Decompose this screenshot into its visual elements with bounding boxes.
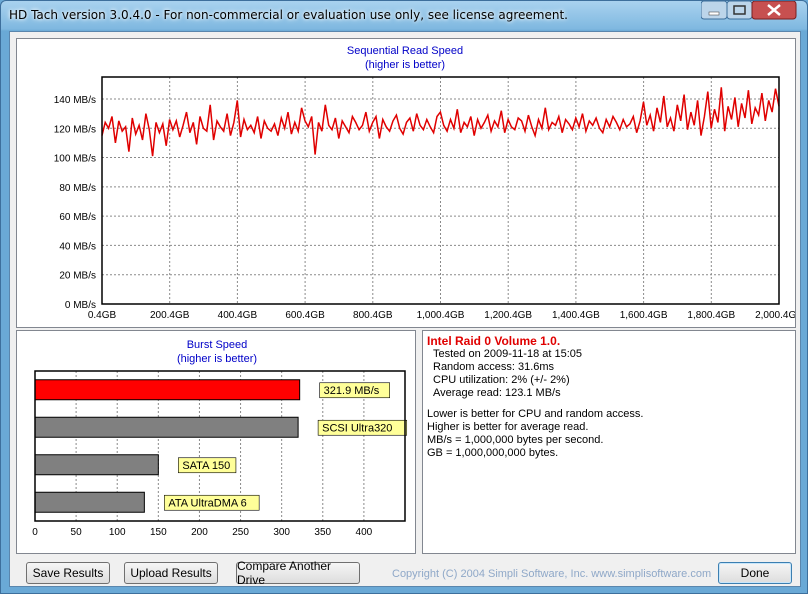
y-tick-label: 100 MB/s <box>54 154 96 165</box>
y-tick-label: 20 MB/s <box>59 271 96 282</box>
burst-subtitle: (higher is better) <box>177 353 257 365</box>
y-axis-ticks: 0 MB/s20 MB/s40 MB/s60 MB/s80 MB/s100 MB… <box>54 95 96 311</box>
tested-date: Tested on 2009-11-18 at 15:05 <box>433 348 583 360</box>
burst-bar <box>34 491 145 513</box>
upload-results-button[interactable]: Upload Results <box>124 562 218 584</box>
burst-tick-label: 100 <box>109 527 126 538</box>
window-title: HD Tach version 3.0.4.0 - For non-commer… <box>9 8 568 22</box>
burst-x-ticks: 0 50 100 150 200 250 300 350 400 <box>32 527 372 538</box>
note-gb-definition: GB = 1,000,000,000 bytes. <box>427 447 559 459</box>
x-tick-label: 600.4GB <box>285 310 325 321</box>
drive-name: Intel Raid 0 Volume 1.0. <box>427 334 561 348</box>
y-tick-label: 140 MB/s <box>54 95 96 106</box>
x-tick-label: 1,600.4GB <box>620 310 668 321</box>
x-tick-label: 1,400.4GB <box>552 310 600 321</box>
window-controls <box>701 1 797 20</box>
burst-bar-label: 321.9 MB/s <box>324 385 380 397</box>
y-tick-label: 120 MB/s <box>54 124 96 135</box>
sequential-read-chart: Sequential Read Speed (higher is better)… <box>54 45 795 321</box>
x-tick-label: 400.4GB <box>218 310 258 321</box>
y-tick-label: 80 MB/s <box>59 183 96 194</box>
close-button[interactable] <box>751 1 797 20</box>
x-tick-label: 2,000.4GB <box>755 310 795 321</box>
save-results-button[interactable]: Save Results <box>26 562 110 584</box>
x-tick-label: 1,800.4GB <box>687 310 735 321</box>
y-tick-label: 40 MB/s <box>59 241 96 252</box>
burst-bar <box>34 379 301 401</box>
chart-subtitle: (higher is better) <box>365 59 445 71</box>
x-axis-ticks: 0.4GB 200.4GB 400.4GB 600.4GB 800.4GB 1,000.4… <box>88 310 795 321</box>
x-tick-label: 1,000.4GB <box>417 310 465 321</box>
y-tick-label: 60 MB/s <box>59 212 96 223</box>
burst-bar-label: SATA 150 <box>182 460 230 472</box>
client-area: Sequential Read Speed (higher is better)… <box>9 31 801 587</box>
chart-title: Sequential Read Speed <box>347 45 463 57</box>
burst-tick-label: 300 <box>273 527 290 538</box>
title-bar[interactable]: HD Tach version 3.0.4.0 - For non-commer… <box>1 1 807 31</box>
note-higher-better: Higher is better for average read. <box>427 421 589 433</box>
compare-another-drive-button[interactable]: Compare Another Drive <box>236 559 360 587</box>
x-tick-label: 1,200.4GB <box>484 310 532 321</box>
note-mbs-definition: MB/s = 1,000,000 bytes per second. <box>427 434 604 446</box>
burst-speed-panel: Burst Speed (higher is better) 321.9 MB/… <box>16 330 416 554</box>
results-info-panel: Intel Raid 0 Volume 1.0. Tested on 2009-… <box>422 330 796 554</box>
x-tick-label: 800.4GB <box>353 310 393 321</box>
burst-tick-label: 350 <box>314 527 331 538</box>
maximize-button[interactable] <box>726 1 753 20</box>
burst-title: Burst Speed <box>187 339 248 351</box>
burst-tick-label: 50 <box>71 527 83 538</box>
done-button[interactable]: Done <box>718 562 792 584</box>
burst-tick-label: 250 <box>232 527 249 538</box>
sequential-read-panel: Sequential Read Speed (higher is better)… <box>16 38 796 328</box>
note-lower-better: Lower is better for CPU and random acces… <box>427 408 644 420</box>
x-tick-label: 0.4GB <box>88 310 117 321</box>
burst-tick-label: 0 <box>32 527 38 538</box>
burst-tick-label: 400 <box>356 527 373 538</box>
minimize-icon <box>708 11 720 16</box>
random-access: Random access: 31.6ms <box>433 361 555 373</box>
burst-bars: 321.9 MB/s SCSI Ultra320 SATA 150 ATA Ultra… <box>34 379 408 513</box>
copyright-text: Copyright (C) 2004 Simpli Software, Inc.… <box>392 568 712 580</box>
burst-bar-label: ATA UltraDMA 6 <box>168 497 246 509</box>
x-tick-label: 200.4GB <box>150 310 190 321</box>
app-window: HD Tach version 3.0.4.0 - For non-commer… <box>0 0 808 594</box>
average-read: Average read: 123.1 MB/s <box>433 387 561 399</box>
burst-bar-label: SCSI Ultra320 <box>322 422 392 434</box>
burst-tick-label: 150 <box>150 527 167 538</box>
burst-speed-chart: Burst Speed (higher is better) 321.9 MB/… <box>32 339 408 538</box>
burst-tick-label: 200 <box>191 527 208 538</box>
minimize-button[interactable] <box>701 1 728 20</box>
burst-bar <box>34 416 299 438</box>
burst-bar <box>34 454 159 476</box>
cpu-utilization: CPU utilization: 2% (+/- 2%) <box>433 374 570 386</box>
